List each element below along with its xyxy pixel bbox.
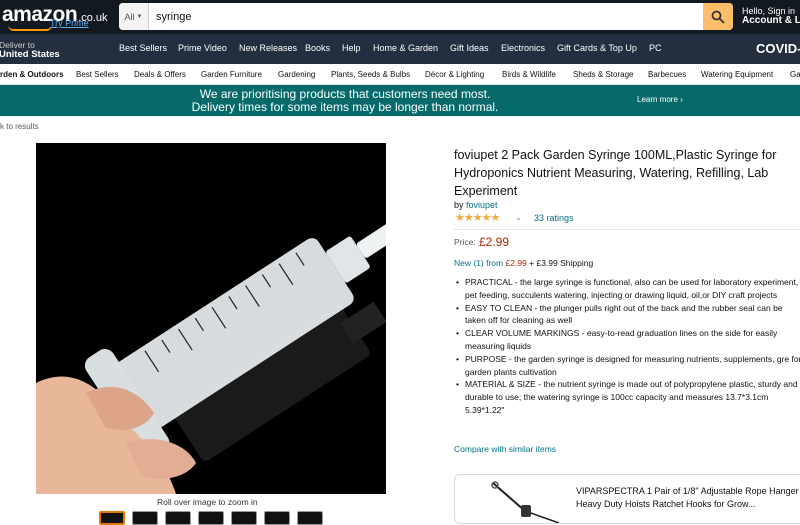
category-title[interactable]: rden & Outdoors <box>0 70 64 79</box>
feature-bullet: CLEAR VOLUME MARKINGS - easy-to-read gra… <box>456 327 800 353</box>
deliver-to[interactable]: Deliver to United States <box>0 40 60 60</box>
thumbnail[interactable] <box>231 511 257 525</box>
price-label: Price: <box>454 237 476 247</box>
category-best-sellers[interactable]: Best Sellers <box>76 70 119 79</box>
nav-item-prime-video[interactable]: Prime Video <box>178 43 227 53</box>
nav-item-books[interactable]: Books <box>305 43 330 53</box>
category-ga[interactable]: Ga <box>790 70 800 79</box>
sponsored-product-card[interactable]: VIPARSPECTRA 1 Pair of 1/8" Adjustable R… <box>454 474 800 524</box>
banner-line-1: We are prioritising products that custom… <box>199 87 491 101</box>
star-rating[interactable]: ★★★★★ <box>455 211 500 224</box>
nav-item-gift-cards[interactable]: Gift Cards & Top Up <box>557 43 637 53</box>
feature-bullet: EASY TO CLEAN - the plunger pulls right … <box>456 302 800 328</box>
category-nav: rden & Outdoors Best Sellers Deals & Off… <box>0 64 800 85</box>
nav-item-gift-ideas[interactable]: Gift Ideas <box>450 43 489 53</box>
thumbnail[interactable] <box>297 511 323 525</box>
thumbnail[interactable] <box>198 511 224 525</box>
product-image[interactable] <box>36 143 386 494</box>
ratings-link[interactable]: 33 ratings <box>534 213 574 223</box>
search-button[interactable] <box>703 3 733 30</box>
feature-bullet: MATERIAL & SIZE - the nutrient syringe i… <box>456 378 800 416</box>
shipping-cost: + £3.99 Shipping <box>529 258 594 268</box>
deliver-country: United States <box>0 49 60 60</box>
new-from-link[interactable]: New (1) from <box>454 258 503 268</box>
chevron-down-icon[interactable]: ⌄ <box>515 213 522 222</box>
account-lists: Account & Lis <box>742 15 800 26</box>
search-input[interactable] <box>152 3 702 30</box>
banner-line-2: Delivery times for some items may be lon… <box>191 100 499 114</box>
search-bar: All ▼ <box>119 3 733 30</box>
nav-item-help[interactable]: Help <box>342 43 361 53</box>
price-value: £2.99 <box>479 235 510 249</box>
thumbnail[interactable] <box>165 511 191 525</box>
new-from-price: £2.99 <box>505 258 527 268</box>
new-from-offer: New (1) from £2.99 + £3.99 Shipping <box>454 258 593 268</box>
feature-bullet: PRACTICAL - the large syringe is functio… <box>456 276 800 302</box>
feature-bullet: PURPOSE - the garden syringe is designed… <box>456 353 800 379</box>
thumbnail[interactable] <box>99 511 125 525</box>
feature-bullets: PRACTICAL - the large syringe is functio… <box>456 276 800 417</box>
nav-item-pc[interactable]: PC <box>649 43 662 53</box>
chevron-down-icon: ▼ <box>136 13 143 20</box>
compare-similar-link[interactable]: Compare with similar items <box>454 444 556 454</box>
syringe-illustration <box>36 212 386 494</box>
by-label: by <box>454 200 464 210</box>
search-category-dropdown[interactable]: All ▼ <box>119 3 149 30</box>
nav-item-home-garden[interactable]: Home & Garden <box>373 43 438 53</box>
thumbnail-strip <box>99 511 323 525</box>
learn-more-link[interactable]: Learn more › <box>637 95 683 104</box>
thumbnail[interactable] <box>132 511 158 525</box>
account-menu[interactable]: Hello, Sign in Account & Lis <box>742 6 800 26</box>
main-nav: Deliver to United States Best Sellers Pr… <box>0 34 800 64</box>
smile-icon <box>8 25 52 31</box>
category-plants-seeds[interactable]: Plants, Seeds & Bulbs <box>331 70 410 79</box>
thumbnail[interactable] <box>264 511 290 525</box>
nav-item-new-releases[interactable]: New Releases <box>239 43 297 53</box>
category-decor-lighting[interactable]: Décor & Lighting <box>425 70 484 79</box>
covid-banner: We are prioritising products that custom… <box>0 85 800 116</box>
category-barbecues[interactable]: Barbecues <box>648 70 686 79</box>
category-deals[interactable]: Deals & Offers <box>134 70 186 79</box>
try-prime-link[interactable]: Try Prime <box>50 18 89 28</box>
nav-item-electronics[interactable]: Electronics <box>501 43 545 53</box>
covid-link[interactable]: COVID- <box>756 41 800 56</box>
category-sheds-storage[interactable]: Sheds & Storage <box>573 70 633 79</box>
category-birds-wildlife[interactable]: Birds & Wildlife <box>502 70 556 79</box>
category-gardening[interactable]: Gardening <box>278 70 315 79</box>
back-to-results-link[interactable]: k to results <box>0 122 39 131</box>
category-watering-equipment[interactable]: Watering Equipment <box>701 70 773 79</box>
divider <box>454 229 800 230</box>
product-title: foviupet 2 Pack Garden Syringe 100ML,Pla… <box>454 148 777 198</box>
search-icon <box>711 10 725 23</box>
search-category-label: All <box>124 11 135 22</box>
nav-item-best-sellers[interactable]: Best Sellers <box>119 43 167 53</box>
byline: by foviupet <box>454 200 498 210</box>
brand-link[interactable]: foviupet <box>466 200 498 210</box>
top-nav: amazon.co.uk Try Prime All ▼ Hello, Sign… <box>0 0 800 34</box>
zoom-hint: Roll over image to zoom in <box>157 497 258 507</box>
sponsored-product-title: VIPARSPECTRA 1 Pair of 1/8" Adjustable R… <box>576 486 799 509</box>
category-garden-furniture[interactable]: Garden Furniture <box>201 70 262 79</box>
